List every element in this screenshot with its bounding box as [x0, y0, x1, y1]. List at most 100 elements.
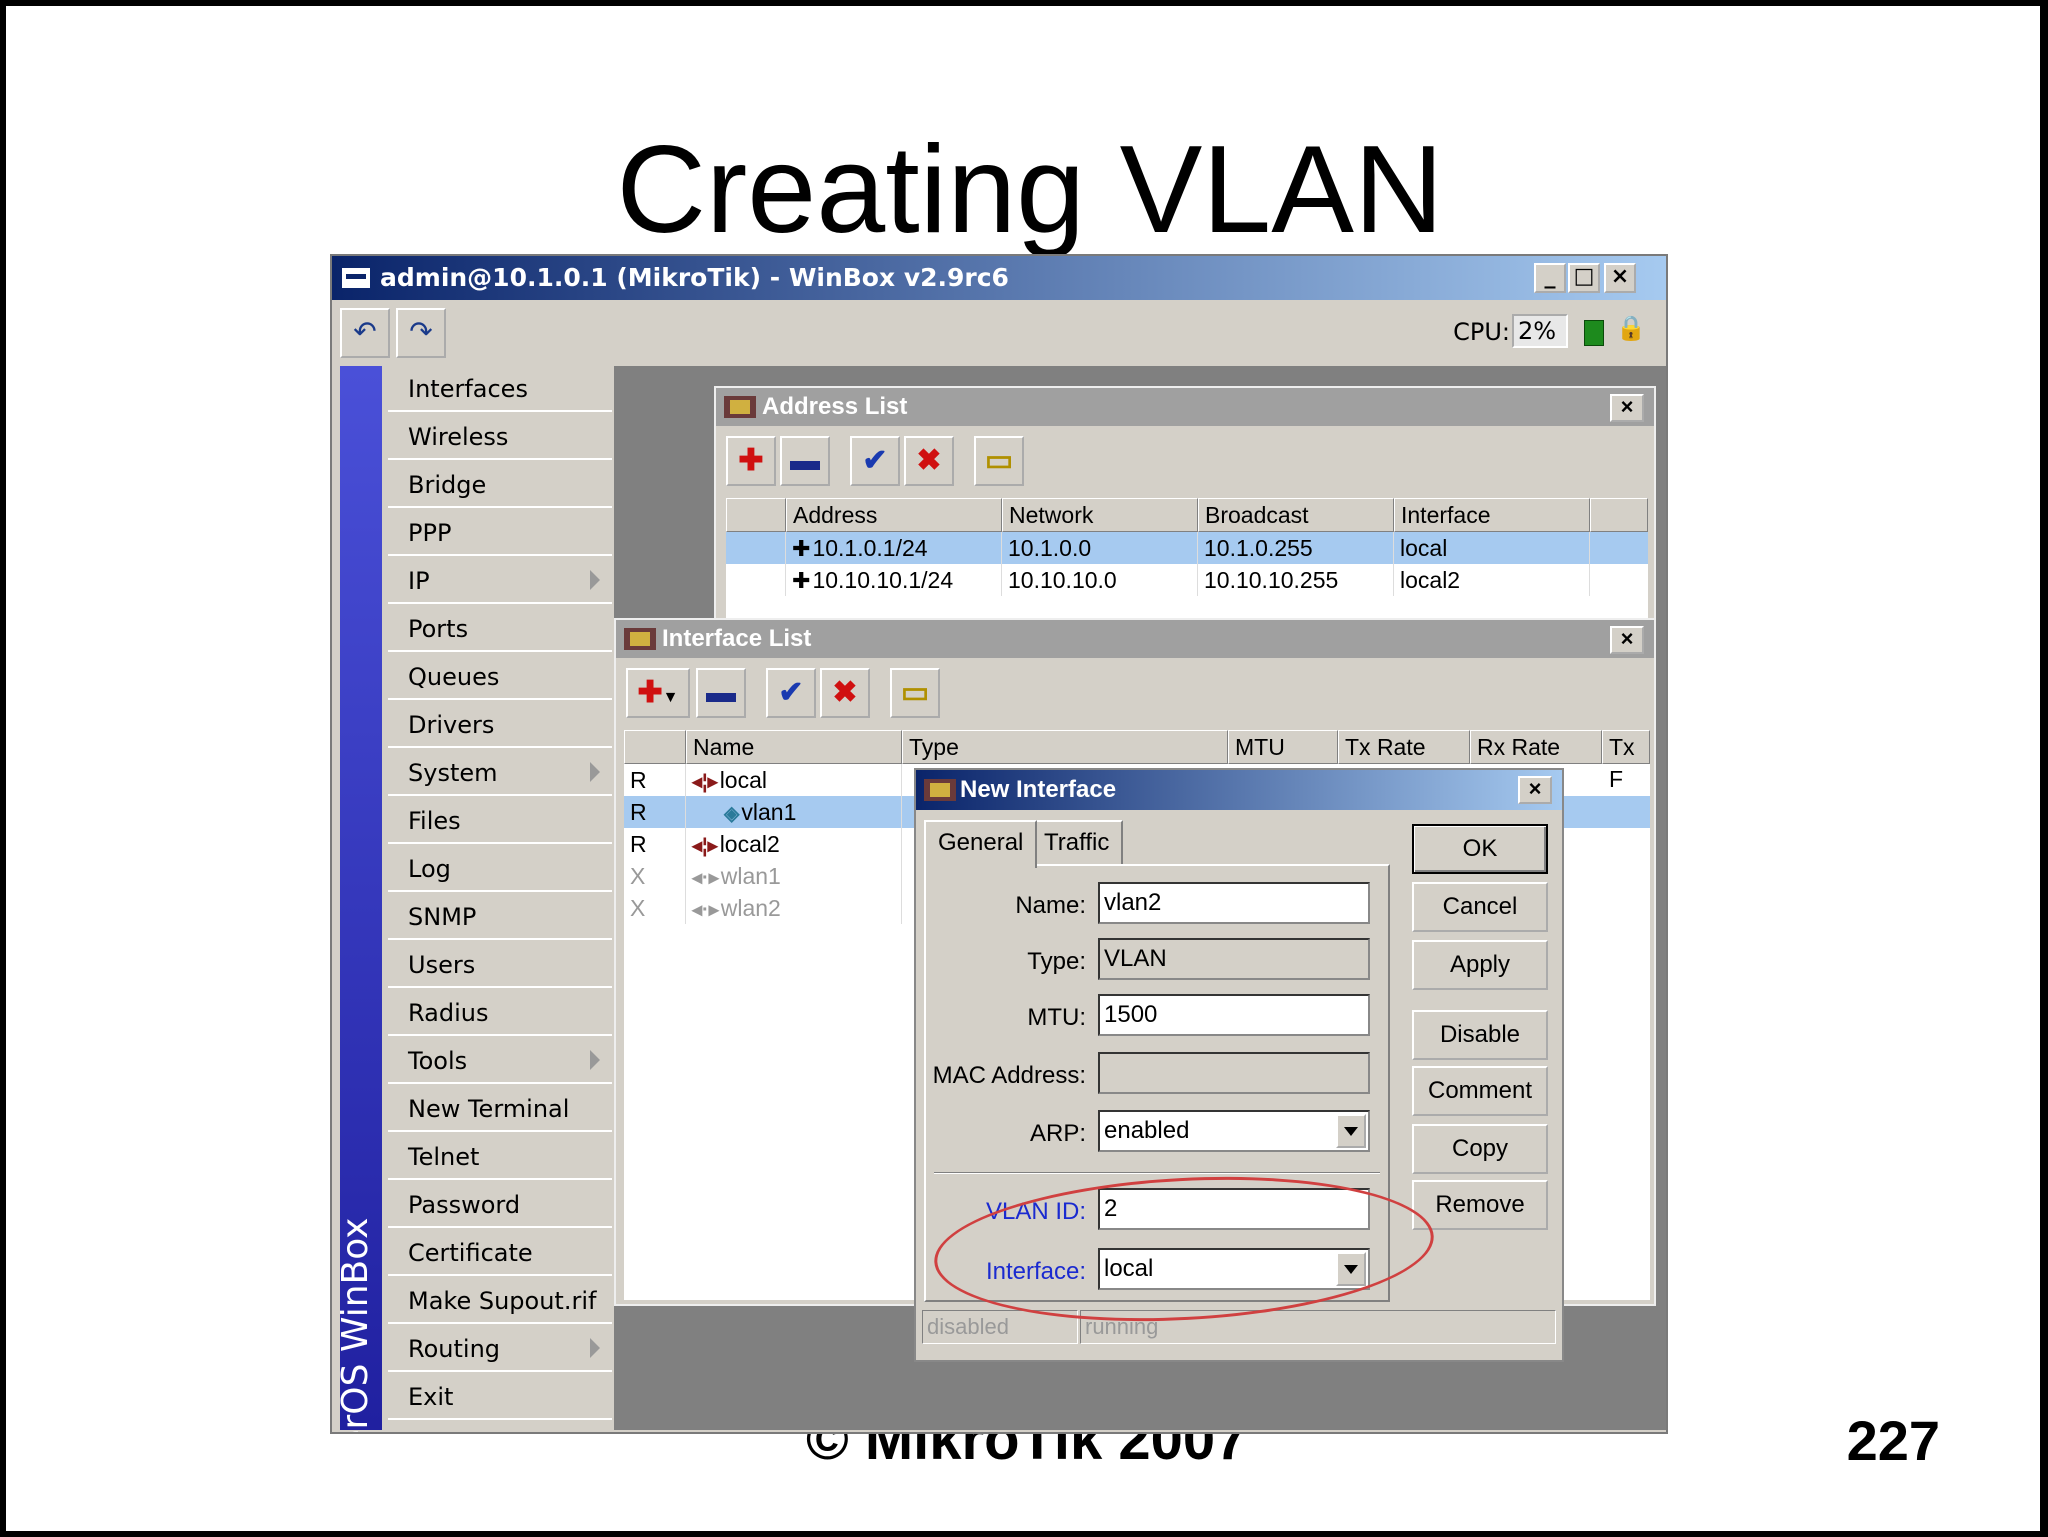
check-icon: ✔ — [862, 444, 888, 477]
menu-item-new-terminal[interactable]: New Terminal — [388, 1086, 612, 1132]
window-icon — [624, 628, 656, 650]
menu-item-certificate[interactable]: Certificate — [388, 1230, 612, 1276]
add-button[interactable]: ✚ — [726, 436, 776, 486]
remove-button[interactable]: ▬ — [780, 436, 830, 486]
menu-item-system[interactable]: System — [388, 750, 612, 796]
address-list-title: Address List — [762, 393, 908, 420]
menu-item-drivers[interactable]: Drivers — [388, 702, 612, 748]
vlan-icon: ◈ — [724, 803, 740, 825]
address-list-titlebar[interactable]: Address List — [716, 388, 1654, 426]
submenu-arrow-icon — [590, 1050, 600, 1070]
wireless-icon: ◂·▸ — [692, 899, 719, 921]
name-label: Name: — [1015, 892, 1086, 919]
redo-icon: ↷ — [409, 315, 433, 348]
minus-icon: ▬ — [706, 676, 736, 709]
tab-general[interactable]: General — [924, 820, 1038, 868]
dialog-titlebar[interactable]: New Interface — [916, 770, 1562, 810]
window-titlebar[interactable]: admin@10.1.0.1 (MikroTik) - WinBox v2.9r… — [332, 256, 1666, 300]
window-title: admin@10.1.0.1 (MikroTik) - WinBox v2.9r… — [380, 263, 1009, 292]
disable-button[interactable]: Disable — [1412, 1010, 1548, 1060]
side-brand-label: RouterOS WinBox — [335, 1217, 376, 1434]
ok-button[interactable]: OK — [1412, 824, 1548, 874]
remove-button[interactable]: Remove — [1412, 1180, 1548, 1230]
mac-address-field — [1098, 1052, 1370, 1094]
remove-button[interactable]: ▬ — [696, 668, 746, 718]
cancel-button[interactable]: Cancel — [1412, 882, 1548, 932]
column-rx-rate[interactable]: Rx Rate — [1470, 730, 1602, 764]
close-button[interactable]: × — [1518, 776, 1552, 804]
menu-item-tools[interactable]: Tools — [388, 1038, 612, 1084]
enable-button[interactable]: ✔ — [850, 436, 900, 486]
column-tx-f[interactable]: Tx F — [1602, 730, 1650, 792]
menu-item-telnet[interactable]: Telnet — [388, 1134, 612, 1180]
submenu-arrow-icon — [590, 1338, 600, 1358]
menu-item-files[interactable]: Files — [388, 798, 612, 844]
column-name[interactable]: Name — [686, 730, 902, 764]
table-row[interactable]: ✚10.1.0.1/24 10.1.0.0 10.1.0.255 local — [726, 532, 1648, 564]
menu-item-snmp[interactable]: SNMP — [388, 894, 612, 940]
window-icon — [724, 396, 756, 418]
comment-button[interactable]: Comment — [1412, 1066, 1548, 1116]
menu-item-log[interactable]: Log — [388, 846, 612, 892]
column-type[interactable]: Type — [902, 730, 1228, 764]
apply-button[interactable]: Apply — [1412, 940, 1548, 990]
menu-item-queues[interactable]: Queues — [388, 654, 612, 700]
menu-item-exit[interactable]: Exit — [388, 1374, 612, 1420]
address-table: Address Network Broadcast Interface ✚10.… — [726, 498, 1648, 624]
name-field[interactable]: vlan2 — [1098, 882, 1370, 924]
table-header: Name Type MTU Tx Rate Rx Rate Tx F — [624, 730, 1650, 792]
column-interface[interactable]: Interface — [1394, 498, 1590, 532]
maximize-button[interactable]: □ — [1568, 263, 1600, 293]
minimize-button[interactable]: _ — [1534, 263, 1566, 293]
comment-button[interactable]: ▭ — [890, 668, 940, 718]
disable-button[interactable]: ✖ — [904, 436, 954, 486]
comment-button[interactable]: ▭ — [974, 436, 1024, 486]
ip-address-icon: ✚ — [792, 536, 811, 561]
plus-icon: ✚ — [637, 676, 663, 709]
menu-item-routing[interactable]: Routing — [388, 1326, 612, 1372]
column-network[interactable]: Network — [1002, 498, 1198, 532]
column-mtu[interactable]: MTU — [1228, 730, 1338, 764]
chevron-down-icon[interactable] — [1336, 1114, 1366, 1148]
ip-address-icon: ✚ — [792, 568, 811, 593]
column-broadcast[interactable]: Broadcast — [1198, 498, 1394, 532]
redo-button[interactable]: ↷ — [396, 308, 446, 358]
cpu-label: CPU: — [1453, 318, 1510, 346]
column-tx-rate[interactable]: Tx Rate — [1338, 730, 1470, 764]
tab-traffic[interactable]: Traffic — [1030, 820, 1124, 864]
add-dropdown-button[interactable]: ✚▼ — [626, 668, 690, 718]
menu-item-interfaces[interactable]: Interfaces — [388, 366, 612, 412]
undo-button[interactable]: ↶ — [340, 308, 390, 358]
menu-item-wireless[interactable]: Wireless — [388, 414, 612, 460]
interface-list-titlebar[interactable]: Interface List — [616, 620, 1654, 658]
type-label: Type: — [1027, 948, 1086, 975]
arp-label: ARP: — [1029, 1120, 1086, 1147]
close-button[interactable]: × — [1604, 263, 1636, 293]
copy-button[interactable]: Copy — [1412, 1124, 1548, 1174]
note-icon: ▭ — [900, 676, 930, 709]
lock-icon: 🔒 — [1616, 314, 1646, 342]
close-button[interactable]: × — [1610, 626, 1644, 654]
submenu-arrow-icon — [590, 762, 600, 782]
menu-item-bridge[interactable]: Bridge — [388, 462, 612, 508]
address-list-window: Address List × ✚ ▬ ✔ ✖ ▭ Address Network… — [714, 386, 1656, 626]
menu-item-ports[interactable]: Ports — [388, 606, 612, 652]
menu-item-users[interactable]: Users — [388, 942, 612, 988]
table-row[interactable]: ✚10.10.10.1/24 10.10.10.0 10.10.10.255 l… — [726, 564, 1648, 596]
close-button[interactable]: × — [1610, 394, 1644, 422]
menu-item-make-supout[interactable]: Make Supout.rif — [388, 1278, 612, 1324]
menu-item-ppp[interactable]: PPP — [388, 510, 612, 556]
mtu-field[interactable]: 1500 — [1098, 994, 1370, 1036]
window-icon — [342, 268, 370, 288]
menu-item-radius[interactable]: Radius — [388, 990, 612, 1036]
interface-list-title: Interface List — [662, 625, 812, 652]
arp-select[interactable]: enabled — [1098, 1110, 1370, 1152]
enable-button[interactable]: ✔ — [766, 668, 816, 718]
main-menu: Interfaces Wireless Bridge PPP IP Ports … — [388, 366, 612, 1430]
menu-item-password[interactable]: Password — [388, 1182, 612, 1228]
slide-title: Creating VLAN — [616, 121, 1444, 259]
column-address[interactable]: Address — [786, 498, 1002, 532]
disable-button[interactable]: ✖ — [820, 668, 870, 718]
ethernet-icon: ◂¦▸ — [692, 835, 718, 857]
menu-item-ip[interactable]: IP — [388, 558, 612, 604]
